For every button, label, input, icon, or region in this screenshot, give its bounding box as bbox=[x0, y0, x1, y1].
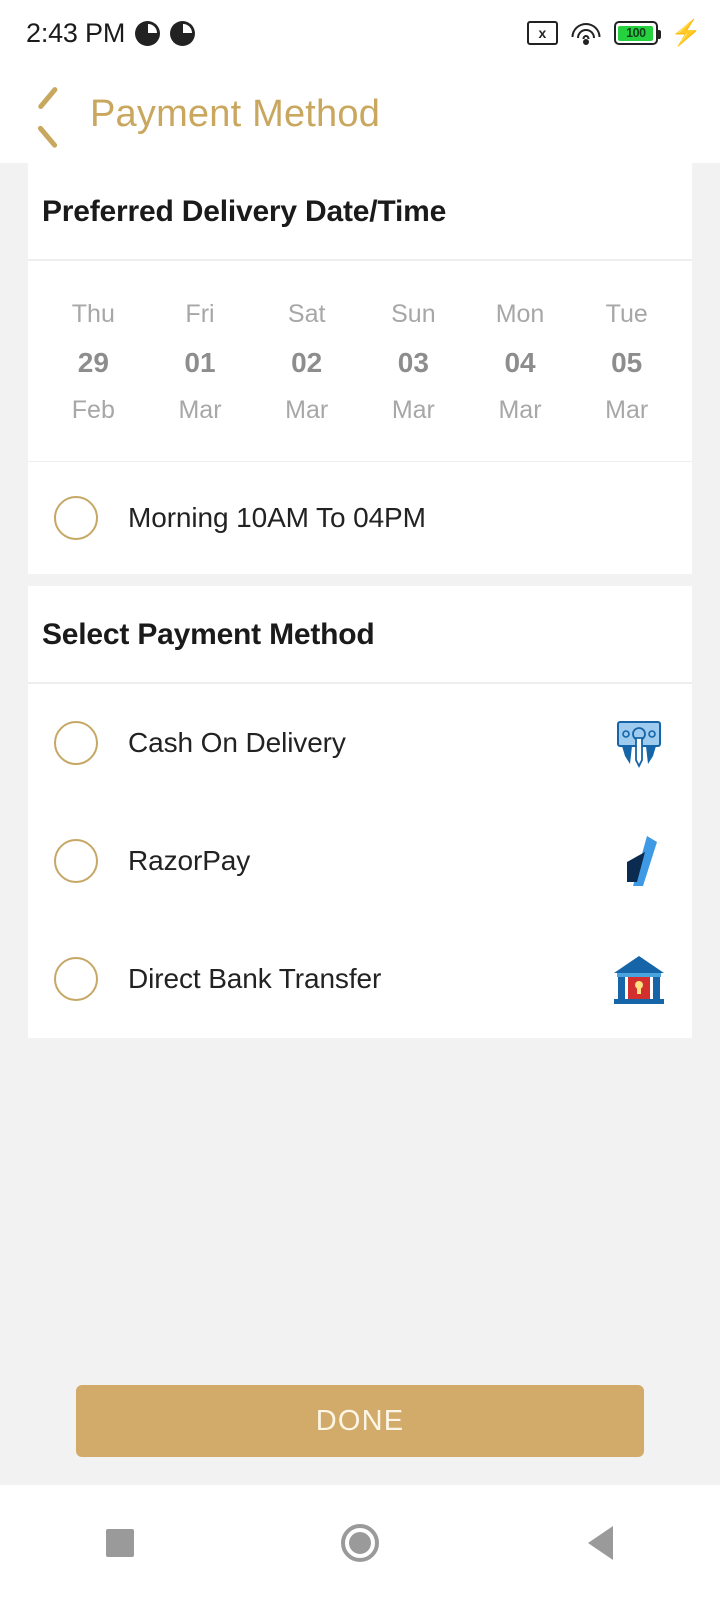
android-nav-bar bbox=[0, 1485, 720, 1600]
date-number: 02 bbox=[291, 347, 323, 378]
date-number: 05 bbox=[611, 347, 643, 378]
date-month: Mar bbox=[498, 396, 542, 424]
date-day: Thu bbox=[71, 299, 115, 328]
date-day: Mon bbox=[495, 299, 545, 328]
page-title: Payment Method bbox=[90, 93, 381, 135]
done-button[interactable]: DONE bbox=[76, 1385, 644, 1457]
sdcard-error-icon: x bbox=[526, 21, 558, 45]
app-bar: Payment Method bbox=[0, 66, 720, 163]
date-day: Sun bbox=[391, 299, 436, 328]
bank-building-icon bbox=[608, 950, 670, 1008]
phone-screen: 2:43 PM x 100 ⚡ Payment Method Preferred… bbox=[0, 0, 720, 1600]
date-month: Mar bbox=[605, 396, 649, 424]
home-circle-icon bbox=[341, 1523, 379, 1562]
date-number: 03 bbox=[397, 347, 429, 378]
date-number: 01 bbox=[184, 347, 216, 378]
date-option[interactable]: Thu 29 Feb bbox=[40, 291, 147, 435]
half-circle-notification-icon bbox=[170, 20, 196, 46]
payment-label: Cash On Delivery bbox=[128, 726, 346, 758]
payment-card: Select Payment Method Cash On Delivery R… bbox=[28, 586, 692, 1038]
status-time: 2:43 PM bbox=[26, 17, 126, 48]
date-month: Mar bbox=[178, 396, 222, 424]
content-area: Preferred Delivery Date/Time Thu 29 Feb … bbox=[0, 163, 720, 1485]
date-day: Fri bbox=[185, 299, 215, 328]
date-month: Mar bbox=[285, 396, 329, 424]
payment-option-razorpay[interactable]: RazorPay bbox=[28, 802, 692, 920]
charging-bolt-icon: ⚡ bbox=[670, 18, 702, 47]
payment-heading: Select Payment Method bbox=[42, 618, 375, 651]
date-month: Feb bbox=[71, 396, 115, 424]
battery-icon: 100 bbox=[613, 21, 661, 45]
status-bar-left: 2:43 PM bbox=[26, 17, 196, 49]
sdcard-x-label: x bbox=[538, 25, 547, 41]
date-number: 04 bbox=[504, 347, 536, 378]
delivery-card: Preferred Delivery Date/Time Thu 29 Feb … bbox=[28, 163, 692, 574]
date-option[interactable]: Fri 01 Mar bbox=[147, 291, 254, 435]
status-bar: 2:43 PM x 100 ⚡ bbox=[0, 0, 720, 66]
payment-option-direct-bank-transfer[interactable]: Direct Bank Transfer bbox=[28, 920, 692, 1038]
payment-radio-cash-on-delivery[interactable] bbox=[54, 720, 98, 765]
date-number: 29 bbox=[77, 347, 109, 378]
home-button[interactable] bbox=[305, 1498, 415, 1588]
date-option[interactable]: Sat 02 Mar bbox=[253, 291, 360, 435]
payment-option-cash-on-delivery[interactable]: Cash On Delivery bbox=[28, 684, 692, 802]
card-gap bbox=[0, 574, 720, 586]
date-day: Tue bbox=[605, 299, 648, 328]
wifi-icon bbox=[571, 22, 601, 45]
back-chevron-icon[interactable] bbox=[36, 93, 62, 137]
footer-actions: DONE bbox=[0, 1385, 720, 1457]
cash-on-delivery-icon bbox=[608, 714, 670, 772]
date-option[interactable]: Tue 05 Mar bbox=[573, 291, 680, 435]
date-month: Mar bbox=[391, 396, 435, 424]
recents-square-icon bbox=[106, 1528, 134, 1557]
payment-radio-razorpay[interactable] bbox=[54, 838, 98, 883]
date-strip: Thu 29 Feb Fri 01 Mar Sat 02 Mar Sun 03 bbox=[28, 261, 692, 461]
payment-label: RazorPay bbox=[128, 844, 251, 876]
time-slot-row[interactable]: Morning 10AM To 04PM bbox=[28, 462, 692, 574]
time-slot-label: Morning 10AM To 04PM bbox=[128, 502, 426, 533]
time-slot-radio[interactable] bbox=[54, 496, 98, 540]
razorpay-logo-icon bbox=[608, 832, 670, 890]
date-option[interactable]: Sun 03 Mar bbox=[360, 291, 467, 435]
date-option[interactable]: Mon 04 Mar bbox=[467, 291, 574, 435]
recents-button[interactable] bbox=[65, 1498, 175, 1588]
back-button[interactable] bbox=[545, 1498, 655, 1588]
battery-level-label: 100 bbox=[618, 25, 654, 41]
back-triangle-icon bbox=[587, 1525, 613, 1560]
half-circle-notification-icon bbox=[135, 20, 161, 46]
date-day: Sat bbox=[287, 299, 326, 328]
delivery-heading: Preferred Delivery Date/Time bbox=[42, 195, 447, 228]
payment-radio-direct-bank-transfer[interactable] bbox=[54, 956, 98, 1001]
status-bar-right: x 100 ⚡ bbox=[526, 18, 702, 47]
payment-label: Direct Bank Transfer bbox=[128, 962, 382, 994]
